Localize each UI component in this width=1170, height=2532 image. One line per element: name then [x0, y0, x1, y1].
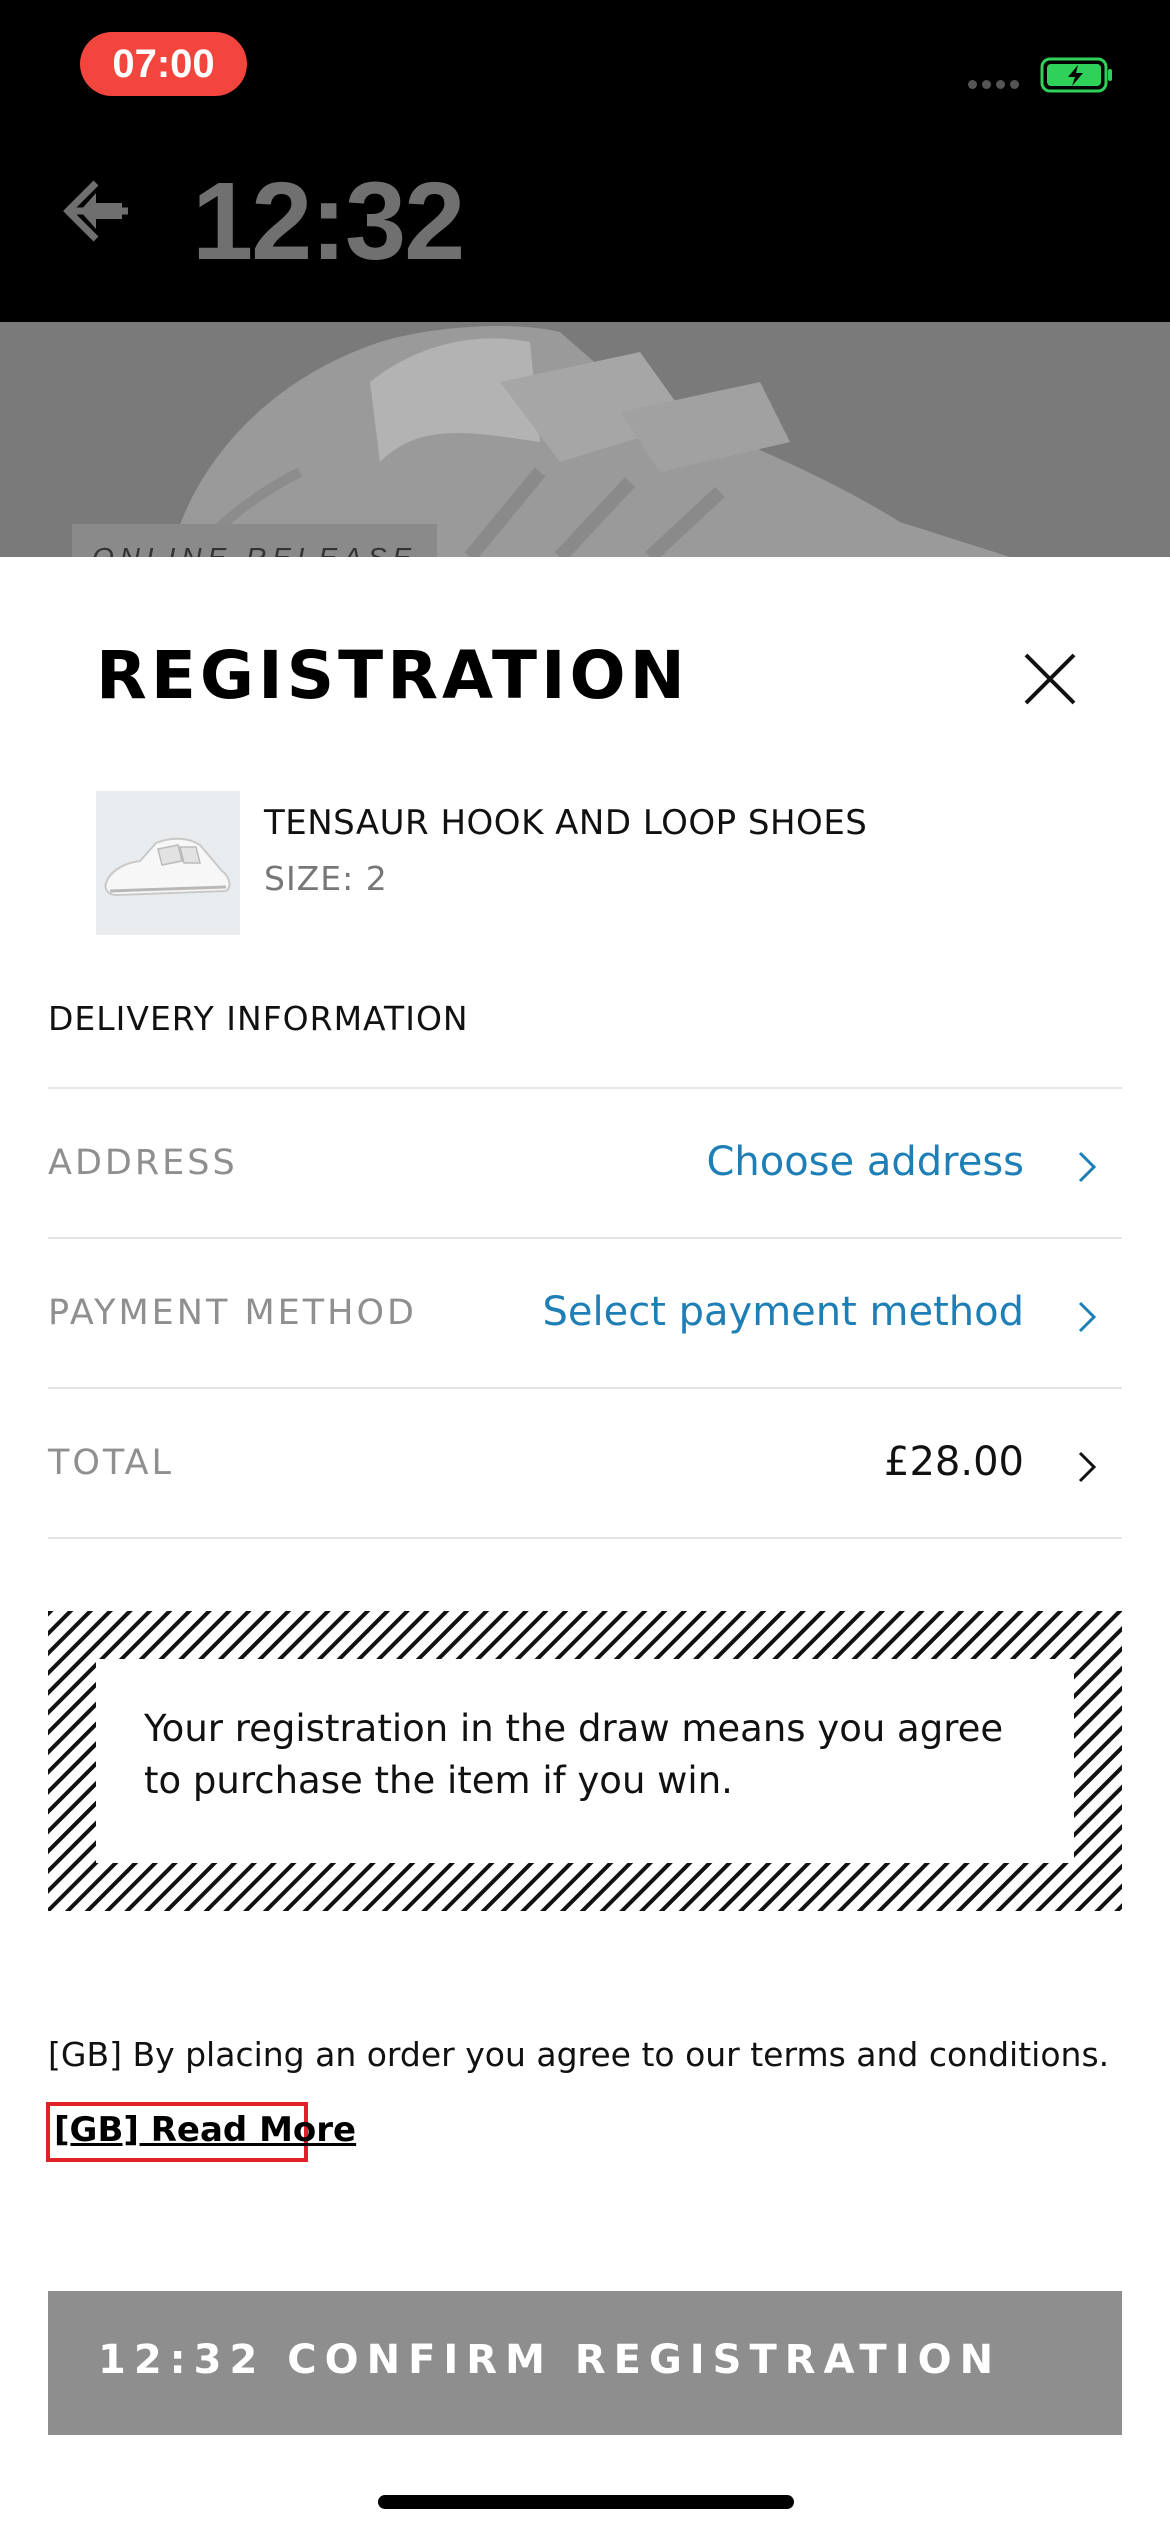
header-time: 12:32: [192, 160, 465, 283]
back-arrow-icon[interactable]: [60, 175, 132, 247]
product-summary: TENSAUR HOOK AND LOOP SHOES SIZE: 2: [96, 791, 1076, 937]
chevron-right-icon: [1078, 1451, 1097, 1483]
total-label: TOTAL: [48, 1443, 175, 1483]
notice-text: Your registration in the draw means you …: [144, 1707, 1004, 1802]
background-header: [0, 140, 1170, 322]
confirm-registration-button[interactable]: 12:32 CONFIRM REGISTRATION: [48, 2291, 1122, 2435]
payment-method-row[interactable]: PAYMENT METHOD Select payment method: [48, 1237, 1122, 1387]
delivery-info-heading: DELIVERY INFORMATION: [48, 999, 469, 1038]
terms-text: [GB] By placing an order you agree to ou…: [48, 2035, 1110, 2074]
product-name: TENSAUR HOOK AND LOOP SHOES: [264, 803, 868, 843]
read-more-label: [GB] Read More: [54, 2110, 357, 2150]
signal-icon: [968, 80, 1019, 89]
total-value: £28.00: [884, 1439, 1024, 1485]
product-thumbnail: [96, 791, 240, 935]
total-row[interactable]: TOTAL £28.00: [48, 1387, 1122, 1537]
shoe-image: [0, 322, 1170, 557]
select-payment-link[interactable]: Select payment method: [543, 1289, 1024, 1335]
chevron-right-icon: [1078, 1301, 1097, 1333]
address-row[interactable]: ADDRESS Choose address: [48, 1087, 1122, 1237]
chevron-right-icon: [1078, 1151, 1097, 1183]
close-icon[interactable]: [1022, 651, 1078, 707]
release-tag: ONLINE RELEASE: [72, 524, 438, 557]
registration-sheet: REGISTRATION TENSAUR HOOK AND LOOP SHOES…: [0, 557, 1170, 2532]
hero-image: ONLINE RELEASE: [0, 322, 1170, 557]
home-indicator: [378, 2495, 794, 2509]
status-time: 07:00: [80, 32, 247, 96]
battery-icon: [1040, 57, 1112, 93]
confirm-registration-label: 12:32 CONFIRM REGISTRATION: [98, 2337, 1002, 2383]
modal-title: REGISTRATION: [96, 637, 689, 714]
choose-address-link[interactable]: Choose address: [706, 1139, 1024, 1185]
draw-notice: Your registration in the draw means you …: [48, 1611, 1122, 1911]
product-size: SIZE: 2: [264, 859, 388, 898]
divider: [48, 1537, 1122, 1539]
address-label: ADDRESS: [48, 1143, 238, 1183]
payment-method-label: PAYMENT METHOD: [48, 1293, 417, 1333]
notice-box: Your registration in the draw means you …: [96, 1659, 1074, 1863]
read-more-link[interactable]: [GB] Read More: [46, 2102, 356, 2162]
status-bar: 07:00: [0, 0, 1170, 140]
